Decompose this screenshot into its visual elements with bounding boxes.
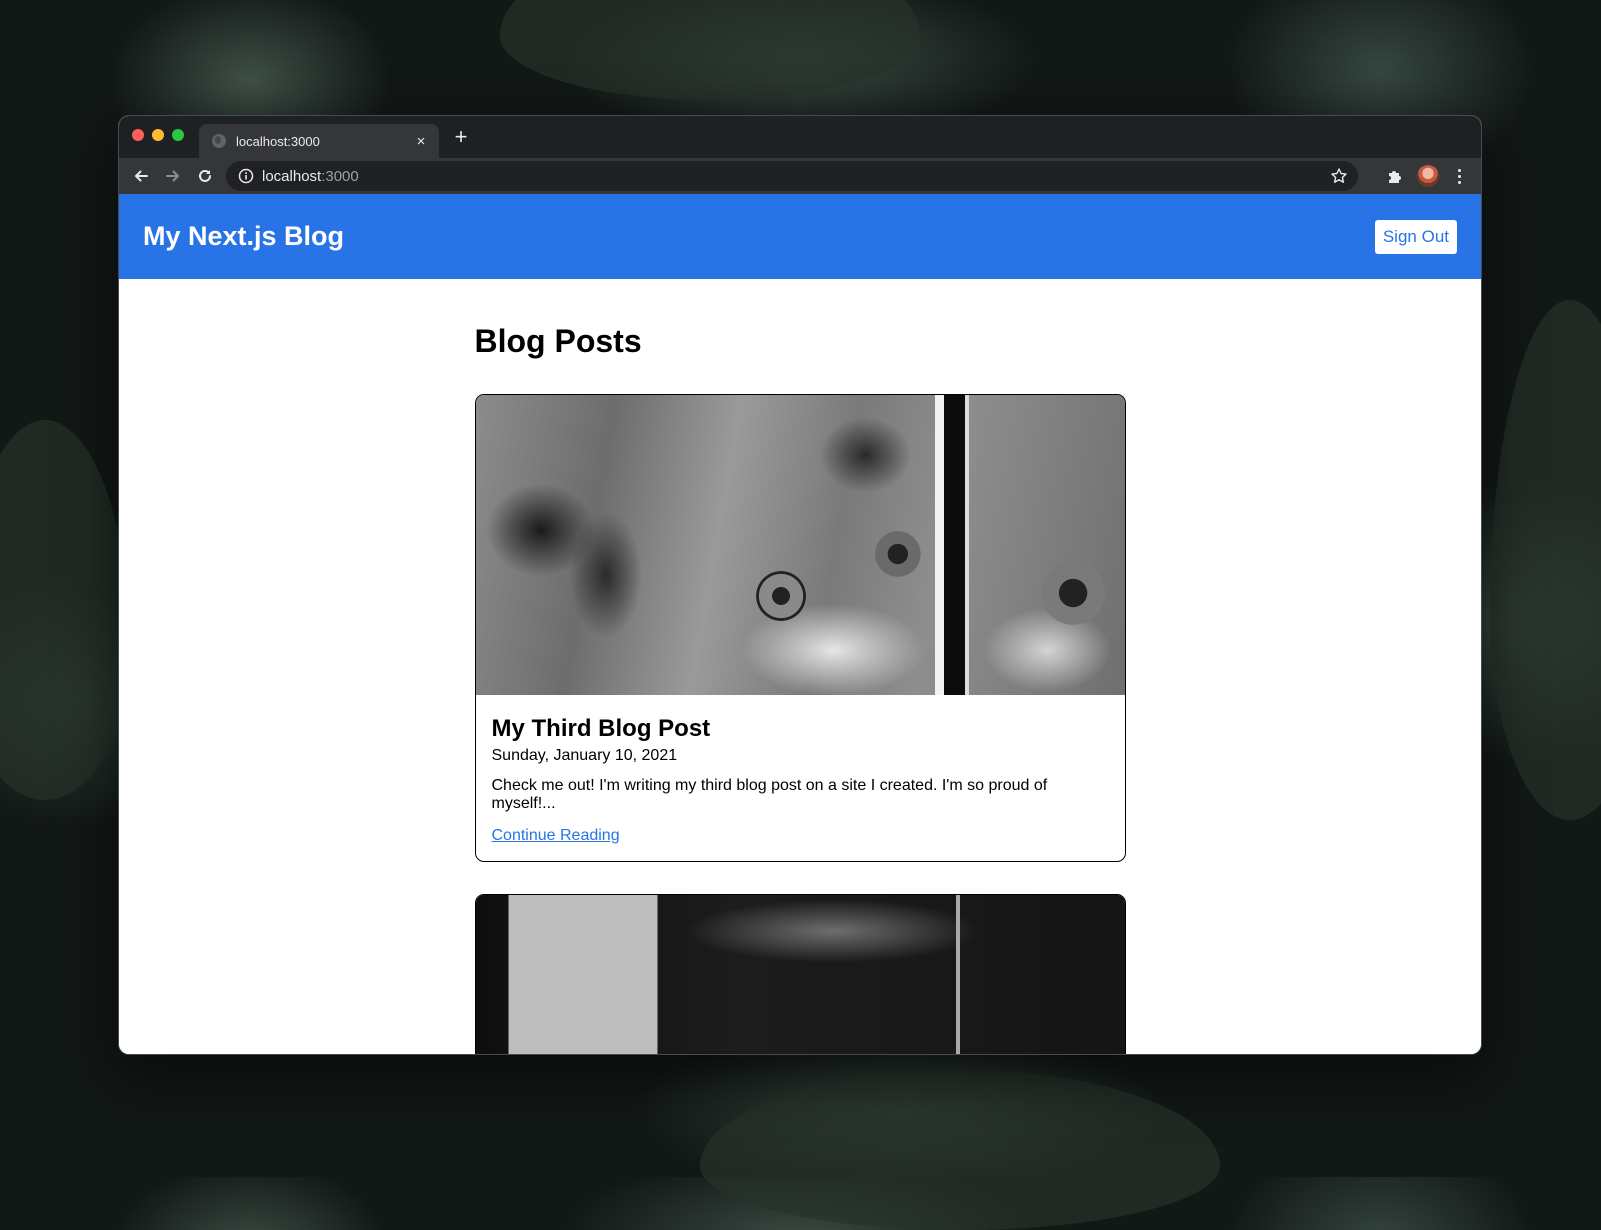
forward-button[interactable] <box>157 162 189 190</box>
url-host: localhost <box>262 167 322 185</box>
page-viewport: My Next.js Blog Sign Out Blog Posts My T… <box>119 194 1481 1054</box>
url-port: :3000 <box>321 167 359 185</box>
extensions-puzzle-icon[interactable] <box>1385 166 1405 186</box>
tab-title: localhost:3000 <box>236 133 320 149</box>
page-title: Blog Posts <box>474 323 642 359</box>
back-button[interactable] <box>125 162 157 190</box>
post-image <box>475 395 1125 695</box>
browser-window: localhost:3000 × + localhost:3000 My Nex… <box>119 116 1481 1054</box>
site-header: My Next.js Blog Sign Out <box>119 194 1481 279</box>
desktop-wallpaper-leaf <box>0 420 130 800</box>
post-image <box>475 895 1125 1054</box>
post-title: My Third Blog Post <box>491 715 711 742</box>
globe-icon <box>212 134 226 148</box>
sign-out-button[interactable]: Sign Out <box>1374 219 1457 254</box>
browser-toolbar: localhost:3000 <box>119 158 1481 194</box>
desktop-wallpaper-leaf <box>700 1070 1220 1230</box>
main-content: Blog Posts My Third Blog Post Sunday, Ja… <box>474 279 1126 1054</box>
info-icon[interactable] <box>238 168 254 184</box>
reload-icon <box>199 169 211 182</box>
continue-reading-link[interactable]: Continue Reading <box>492 827 620 844</box>
arrow-right-icon <box>166 170 179 182</box>
close-tab-icon[interactable]: × <box>411 133 431 150</box>
url-text[interactable]: localhost:3000 <box>262 168 359 185</box>
browser-tab[interactable]: localhost:3000 × <box>199 124 439 158</box>
bookmark-star-icon[interactable] <box>1330 167 1348 185</box>
desktop-wallpaper-leaf <box>500 0 920 100</box>
post-card-body: My Third Blog Post Sunday, January 10, 2… <box>476 695 1125 861</box>
new-tab-button[interactable]: + <box>449 126 473 148</box>
post-date: Sunday, January 10, 2021 <box>491 747 678 764</box>
address-bar[interactable]: localhost:3000 <box>226 161 1358 191</box>
close-window-button[interactable] <box>132 129 144 141</box>
profile-avatar[interactable] <box>1417 165 1439 187</box>
reload-button[interactable] <box>189 162 221 190</box>
minimize-window-button[interactable] <box>152 129 164 141</box>
post-card: My Third Blog Post Sunday, January 10, 2… <box>474 394 1126 862</box>
maximize-window-button[interactable] <box>172 129 184 141</box>
desktop-wallpaper-leaf <box>1490 300 1601 820</box>
tab-bar: localhost:3000 × + <box>119 116 1481 158</box>
site-title[interactable]: My Next.js Blog <box>143 221 344 252</box>
arrow-left-icon <box>135 170 148 182</box>
post-excerpt: Check me out! I'm writing my third blog … <box>491 777 1048 812</box>
post-card <box>474 894 1126 1054</box>
browser-menu-icon[interactable] <box>1449 166 1469 186</box>
